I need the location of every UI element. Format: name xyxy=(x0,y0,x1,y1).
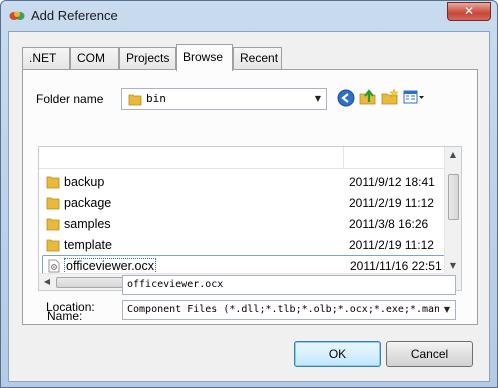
ok-button[interactable]: OK xyxy=(294,341,381,367)
close-button[interactable]: ✕ xyxy=(447,2,491,21)
file-name: template xyxy=(64,238,112,252)
back-icon[interactable] xyxy=(337,89,355,107)
list-item[interactable]: package 2011/2/19 11:12 xyxy=(42,193,446,214)
file-list[interactable]: backup 2011/9/12 18:41 package 2011/2/19… xyxy=(38,146,462,291)
vertical-scrollbar[interactable]: ▲ ▼ xyxy=(444,147,461,274)
file-date: 2011/9/12 18:41 xyxy=(349,175,435,189)
file-name: package xyxy=(64,196,112,210)
list-header[interactable] xyxy=(39,147,445,169)
ocx-file-icon xyxy=(48,259,60,273)
tab-dotnet[interactable]: .NET xyxy=(22,47,70,70)
file-date: 2011/2/19 11:12 xyxy=(349,196,434,210)
window-title: Add Reference xyxy=(31,8,118,23)
scroll-down-icon[interactable]: ▼ xyxy=(445,258,461,274)
list-item[interactable]: samples 2011/3/8 16:26 xyxy=(42,214,446,235)
name-field[interactable]: officeviewer.ocx xyxy=(122,275,456,295)
chevron-down-icon[interactable]: ▼ xyxy=(439,301,455,319)
scroll-up-icon[interactable]: ▲ xyxy=(445,147,461,163)
column-divider[interactable] xyxy=(343,147,344,169)
list-item[interactable]: backup 2011/9/12 18:41 xyxy=(42,172,446,193)
folder-icon xyxy=(128,94,142,106)
file-date: 2011/2/19 11:12 xyxy=(349,238,434,252)
folder-icon xyxy=(46,218,60,231)
folder-name-combo[interactable]: bin ▼ xyxy=(121,88,327,110)
folder-icon xyxy=(46,239,60,252)
folder-name-label: Folder name xyxy=(36,92,104,106)
dialog-client: .NET COM Projects Browse Recent Folder n… xyxy=(8,31,490,382)
cancel-button[interactable]: Cancel xyxy=(386,341,473,367)
chevron-down-icon[interactable]: ▼ xyxy=(310,89,326,109)
view-menu-icon[interactable] xyxy=(403,88,425,106)
tab-com[interactable]: COM xyxy=(70,47,119,70)
file-name: samples xyxy=(64,217,111,231)
close-icon: ✕ xyxy=(463,4,475,18)
folder-icon xyxy=(46,197,60,210)
new-folder-icon[interactable] xyxy=(381,88,399,106)
tab-recent[interactable]: Recent xyxy=(233,47,282,70)
file-date: 2011/3/8 16:26 xyxy=(349,217,429,231)
add-reference-window: Add Reference ✕ .NET COM Projects Browse… xyxy=(0,0,498,388)
file-name: officeviewer.ocx xyxy=(63,258,157,274)
app-logo-icon xyxy=(9,11,25,20)
location-select[interactable]: Component Files (*.dll;*.tlb;*.olb;*.ocx… xyxy=(122,300,456,320)
folder-icon xyxy=(46,176,60,189)
file-name: backup xyxy=(64,175,105,189)
location-value: Component Files (*.dll;*.tlb;*.olb;*.ocx… xyxy=(127,304,439,315)
file-date: 2011/11/16 22:51 xyxy=(350,259,442,273)
scroll-left-icon[interactable]: ◀ xyxy=(39,274,55,290)
list-item[interactable]: template 2011/2/19 11:12 xyxy=(42,235,446,256)
tab-projects[interactable]: Projects xyxy=(119,47,176,70)
vertical-scroll-thumb[interactable] xyxy=(448,174,459,220)
up-folder-icon[interactable] xyxy=(359,88,377,106)
folder-name-value: bin xyxy=(146,92,166,105)
title-bar[interactable]: Add Reference ✕ xyxy=(1,1,497,31)
location-label: Location: xyxy=(46,300,95,314)
tab-browse[interactable]: Browse xyxy=(176,44,233,71)
